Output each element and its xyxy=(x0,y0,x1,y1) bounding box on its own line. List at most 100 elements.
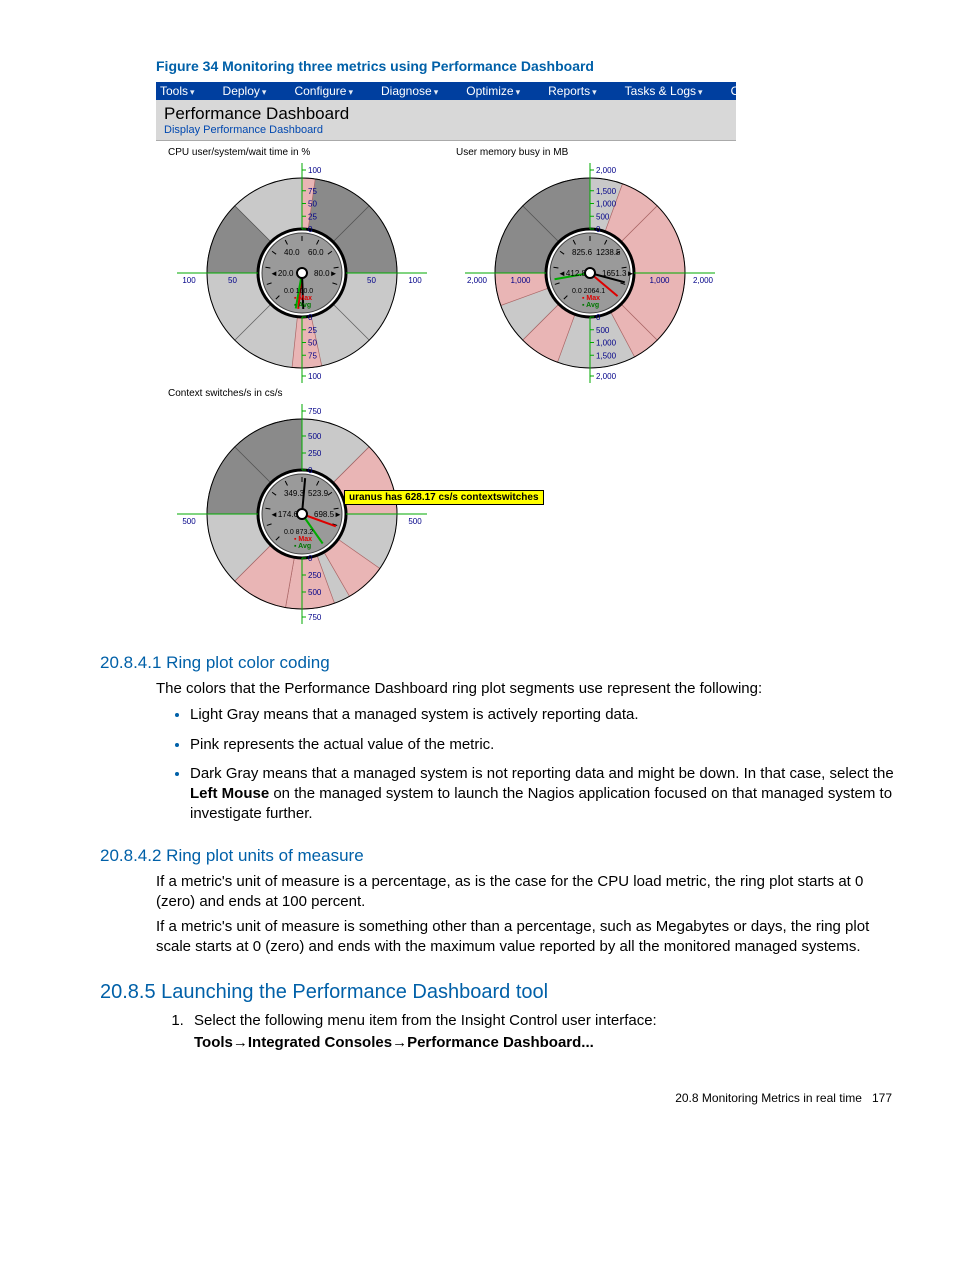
para-20-8-4-1-intro: The colors that the Performance Dashboar… xyxy=(156,679,894,699)
step-1-menupath: Tools→Integrated Consoles→Performance Da… xyxy=(194,1034,594,1051)
svg-text:100: 100 xyxy=(408,276,422,285)
svg-text:50: 50 xyxy=(308,200,317,209)
menubar: Tools▾ Deploy▾ Configure▾ Diagnose▾ Optimize… xyxy=(156,82,736,100)
svg-text:250: 250 xyxy=(308,571,322,580)
svg-text:1,000: 1,000 xyxy=(596,200,617,209)
svg-text:▪ Avg: ▪ Avg xyxy=(294,302,311,309)
ring-ctx-label: Context switches/s in cs/s xyxy=(168,388,442,399)
para-20-8-4-2-a: If a metric's unit of measure is a perce… xyxy=(156,872,894,912)
dashboard-title: Performance Dashboard xyxy=(164,104,730,124)
svg-text:500: 500 xyxy=(408,517,422,526)
svg-text:40.0: 40.0 xyxy=(284,248,300,257)
svg-text:25: 25 xyxy=(308,326,317,335)
menu-help[interactable]: Help▾ xyxy=(806,84,851,98)
page-footer: 20.8 Monitoring Metrics in real time 177 xyxy=(100,1091,894,1105)
svg-text:100: 100 xyxy=(308,166,322,175)
svg-text:100: 100 xyxy=(182,276,196,285)
svg-text:▪ Max: ▪ Max xyxy=(582,295,600,302)
svg-text:1,000: 1,000 xyxy=(596,339,617,348)
svg-text:1,000: 1,000 xyxy=(510,276,531,285)
menu-options[interactable]: Options▾ xyxy=(731,84,793,98)
svg-text:▪ Avg: ▪ Avg xyxy=(294,543,311,550)
svg-text:0: 0 xyxy=(596,313,601,322)
menu-tools[interactable]: Tools▾ xyxy=(160,84,209,98)
dashboard-subtitle[interactable]: Display Performance Dashboard xyxy=(164,124,730,136)
svg-text:25: 25 xyxy=(308,212,317,221)
svg-text:0: 0 xyxy=(308,225,313,234)
svg-text:2,000: 2,000 xyxy=(467,276,488,285)
svg-text:2,000: 2,000 xyxy=(693,276,714,285)
svg-text:0: 0 xyxy=(308,466,313,475)
svg-text:80.0►: 80.0► xyxy=(314,269,338,278)
svg-text:▪ Max: ▪ Max xyxy=(294,536,312,543)
svg-text:50: 50 xyxy=(228,276,237,285)
svg-text:60.0: 60.0 xyxy=(308,248,324,257)
dashboard-screenshot: Tools▾ Deploy▾ Configure▾ Diagnose▾ Optimize… xyxy=(156,82,736,631)
menu-configure[interactable]: Configure▾ xyxy=(294,84,367,98)
heading-20-8-5: 20.8.5 Launching the Performance Dashboa… xyxy=(100,981,894,1004)
svg-text:1651.3►: 1651.3► xyxy=(602,269,634,278)
svg-text:500: 500 xyxy=(308,588,322,597)
svg-text:500: 500 xyxy=(596,212,610,221)
svg-text:0.0 873.2: 0.0 873.2 xyxy=(284,529,313,536)
footer-page: 177 xyxy=(872,1091,892,1105)
list-20-8-4-1: Light Gray means that a managed system i… xyxy=(176,705,894,824)
menu-deploy[interactable]: Deploy▾ xyxy=(223,84,281,98)
ring-mem: User memory busy in MB 825.61238.5 ◄412.8… xyxy=(450,147,730,388)
menu-taskslogs[interactable]: Tasks & Logs▾ xyxy=(625,84,717,98)
svg-text:0.0 2064.1: 0.0 2064.1 xyxy=(572,288,605,295)
svg-text:75: 75 xyxy=(308,187,317,196)
heading-20-8-4-1: 20.8.4.1 Ring plot color coding xyxy=(100,653,894,673)
list-item: Pink represents the actual value of the … xyxy=(190,735,894,755)
menu-diagnose[interactable]: Diagnose▾ xyxy=(381,84,452,98)
ring-mem-label: User memory busy in MB xyxy=(456,147,730,158)
svg-text:1,500: 1,500 xyxy=(596,351,617,360)
svg-text:523.9: 523.9 xyxy=(308,489,329,498)
menu-reports[interactable]: Reports▾ xyxy=(548,84,611,98)
para-20-8-4-2-b: If a metric's unit of measure is somethi… xyxy=(156,917,894,957)
list-item: Light Gray means that a managed system i… xyxy=(190,705,894,725)
svg-text:2,000: 2,000 xyxy=(596,166,617,175)
step-1: Select the following menu item from the … xyxy=(188,1010,894,1055)
list-item: Dark Gray means that a managed system is… xyxy=(190,764,894,823)
svg-text:◄20.0: ◄20.0 xyxy=(270,269,294,278)
svg-text:50: 50 xyxy=(308,339,317,348)
svg-text:349.3: 349.3 xyxy=(284,489,305,498)
ring-mem-svg: 825.61238.5 ◄412.8 1651.3► 0.0 2064.1▪ Max▪… xyxy=(450,158,730,388)
ring-ctx-svg: 349.3523.9 ◄174.6 698.5► 0.0 873.2▪ Max▪ Av… xyxy=(162,399,442,629)
figure-caption: Figure 34 Monitoring three metrics using… xyxy=(156,58,894,74)
svg-text:▪ Max: ▪ Max xyxy=(294,295,312,302)
svg-text:500: 500 xyxy=(596,326,610,335)
svg-text:0: 0 xyxy=(596,225,601,234)
steps-20-8-5: Select the following menu item from the … xyxy=(158,1010,894,1055)
ring-cpu: CPU user/system/wait time in % 40.0 60.0 ◄… xyxy=(162,147,442,388)
menu-optimize[interactable]: Optimize▾ xyxy=(466,84,534,98)
svg-text:1,000: 1,000 xyxy=(649,276,670,285)
ring-ctx: Context switches/s in cs/s 349.3523.9 ◄17… xyxy=(162,388,442,629)
step-1-text: Select the following menu item from the … xyxy=(194,1012,657,1029)
svg-text:100: 100 xyxy=(308,372,322,381)
svg-text:500: 500 xyxy=(182,517,196,526)
svg-text:698.5►: 698.5► xyxy=(314,510,342,519)
svg-text:1,500: 1,500 xyxy=(596,187,617,196)
svg-text:2,000: 2,000 xyxy=(596,372,617,381)
ring-cpu-svg: 40.0 60.0 ◄20.0 80.0► 0.0 100.0▪ Max▪ Avg 100… xyxy=(162,158,442,388)
svg-text:50: 50 xyxy=(367,276,376,285)
svg-text:250: 250 xyxy=(308,449,322,458)
svg-text:500: 500 xyxy=(308,432,322,441)
svg-text:◄174.6: ◄174.6 xyxy=(270,510,298,519)
svg-text:825.6: 825.6 xyxy=(572,248,593,257)
ring-cpu-label: CPU user/system/wait time in % xyxy=(168,147,442,158)
svg-text:750: 750 xyxy=(308,407,322,416)
svg-text:75: 75 xyxy=(308,351,317,360)
ring-ctx-tooltip: uranus has 628.17 cs/s contextswitches xyxy=(344,490,544,505)
svg-text:▪ Avg: ▪ Avg xyxy=(582,302,599,309)
svg-text:◄412.8: ◄412.8 xyxy=(558,269,586,278)
svg-text:1238.5: 1238.5 xyxy=(596,248,621,257)
plot-area: CPU user/system/wait time in % 40.0 60.0 ◄… xyxy=(156,141,736,631)
svg-text:750: 750 xyxy=(308,613,322,622)
footer-section: 20.8 Monitoring Metrics in real time xyxy=(675,1091,862,1105)
svg-text:0.0 100.0: 0.0 100.0 xyxy=(284,288,313,295)
heading-20-8-4-2: 20.8.4.2 Ring plot units of measure xyxy=(100,846,894,866)
svg-text:0: 0 xyxy=(308,554,313,563)
